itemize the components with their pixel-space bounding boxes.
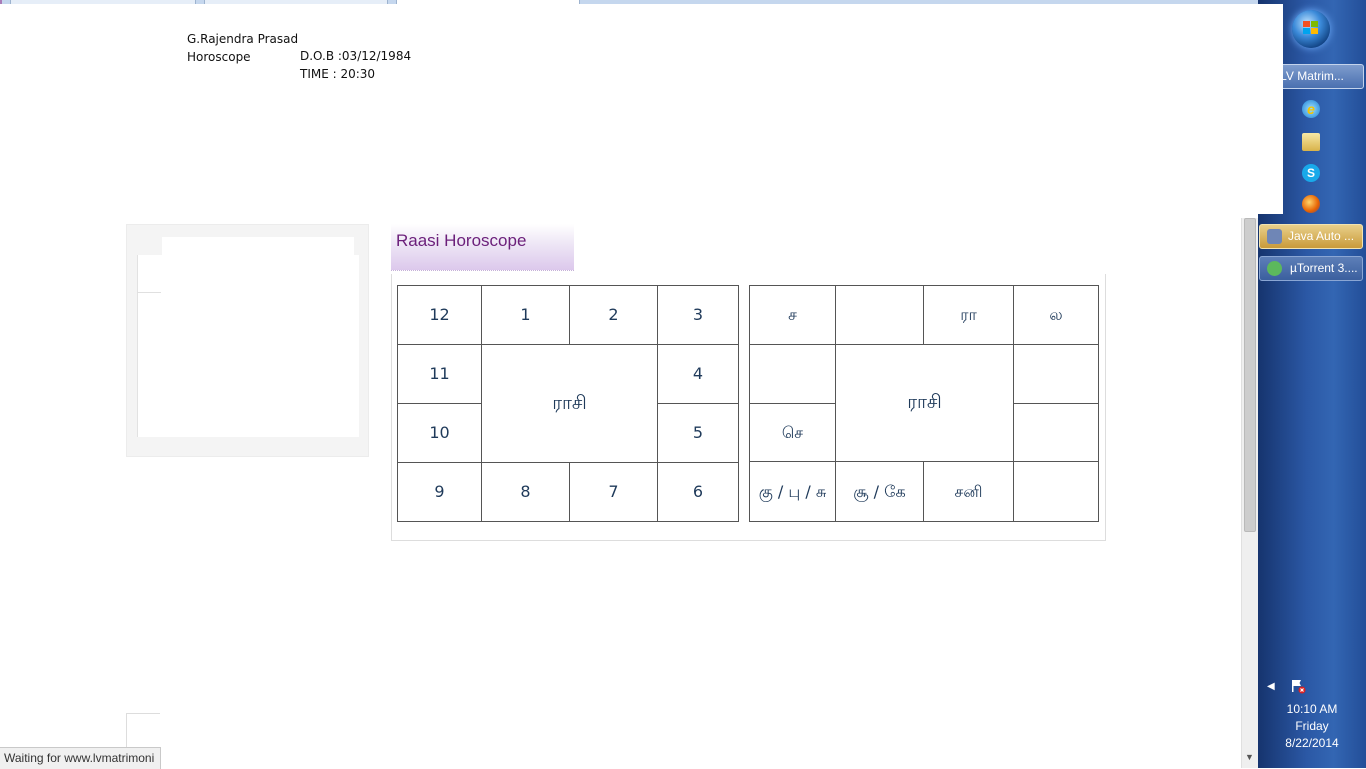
planet-cell: சனி [923,461,1014,522]
scroll-down-arrow-icon[interactable]: ▼ [1245,752,1254,762]
firefox-icon[interactable] [1302,195,1320,213]
house-cell: 2 [569,285,658,345]
sidebar-blank-area [162,237,354,301]
sidebar-divider [137,292,161,293]
planet-cell: ரா [923,285,1014,345]
planet-cell: ச [749,285,836,345]
raasi-center-label: ராசி [835,344,1014,462]
house-cell: 8 [481,462,570,522]
house-cell: 4 [657,344,739,404]
java-app-icon [1267,229,1282,244]
planet-cell: ல [1013,285,1099,345]
planet-cell [749,344,836,404]
internet-explorer-icon[interactable]: e [1302,100,1320,118]
house-cell: 5 [657,403,739,463]
planet-cell [1013,403,1099,462]
clock-date[interactable]: 8/22/2014 [1258,736,1366,750]
house-cell: 9 [397,462,482,522]
skype-icon[interactable]: S [1302,164,1320,182]
person-name: G.Rajendra Prasad [187,32,299,46]
taskbar-button-java-auto[interactable]: Java Auto ... [1259,224,1363,249]
utorrent-icon [1267,261,1282,276]
planet-cell: செ [749,403,836,462]
page-footer-box [126,713,160,748]
clock-day[interactable]: Friday [1258,719,1366,733]
left-sidebar-panel [126,224,369,457]
planet-cell [1013,461,1099,522]
raasi-section-title: Raasi Horoscope [396,231,527,250]
house-cell: 7 [569,462,658,522]
planet-cell: சூ / கே [835,461,924,522]
planet-cell [1013,344,1099,404]
planet-cell [835,285,924,345]
show-hidden-icons-arrow-icon[interactable]: ◀ [1267,681,1275,692]
clock-time[interactable]: 10:10 AM [1258,702,1366,716]
taskbar-button-utorrent[interactable]: µTorrent 3.... [1259,256,1363,281]
date-of-birth: D.O.B :03/12/1984 [300,49,412,63]
folder-icon[interactable] [1302,133,1320,151]
action-center-flag-icon[interactable] [1290,678,1306,694]
birth-time: TIME : 20:30 [300,67,376,81]
raasi-center-label: ராசி [481,344,658,463]
house-cell: 12 [397,285,482,345]
print-header: G.Rajendra Prasad Horoscope D.O.B :03/12… [0,4,1283,214]
scrollbar-thumb[interactable] [1244,218,1256,532]
horoscope-label: Horoscope [187,50,251,64]
house-cell: 6 [657,462,739,522]
taskbar-button-label: Java Auto ... [1288,229,1355,243]
planet-cell: கு / பு / சு [749,461,836,522]
house-cell: 1 [481,285,570,345]
browser-status-bar: Waiting for www.lvmatrimoni [0,747,161,769]
raasi-section-header: Raasi Horoscope [391,224,574,271]
house-cell: 3 [657,285,739,345]
vertical-scrollbar[interactable]: ▼ [1241,218,1259,768]
status-text: Waiting for www.lvmatrimoni [4,751,155,765]
windows-logo-icon [1303,21,1318,34]
start-button[interactable] [1292,10,1330,48]
house-cell: 10 [397,403,482,463]
taskbar-button-label: µTorrent 3.... [1290,261,1358,275]
house-cell: 11 [397,344,482,404]
